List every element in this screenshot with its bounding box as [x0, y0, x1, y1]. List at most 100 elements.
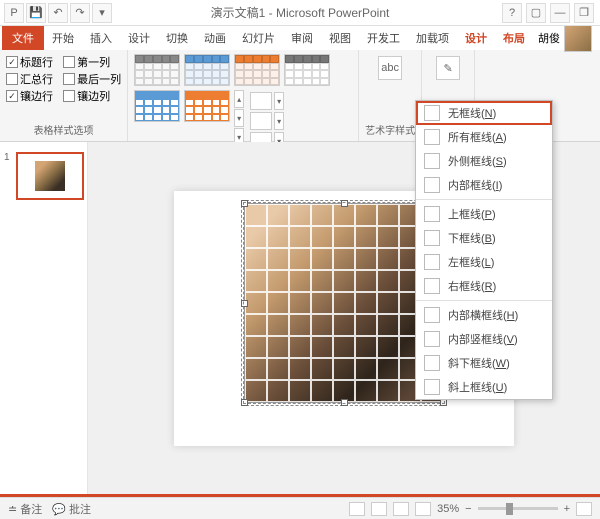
- zoom-slider[interactable]: [478, 507, 558, 510]
- menu-inside-horizontal[interactable]: 内部横框线(H): [416, 303, 552, 327]
- resize-handle[interactable]: [241, 200, 248, 207]
- resize-handle[interactable]: [241, 399, 248, 406]
- minimize-icon[interactable]: —: [550, 3, 570, 23]
- redo-icon[interactable]: ↷: [70, 3, 90, 23]
- normal-view-icon[interactable]: [349, 502, 365, 516]
- tab-addins[interactable]: 加载项: [408, 26, 457, 50]
- ribbon-options-icon[interactable]: ▢: [526, 3, 546, 23]
- checkbox-last-column[interactable]: [63, 73, 75, 85]
- tab-home[interactable]: 开始: [44, 26, 82, 50]
- menu-top-border[interactable]: 上框线(P): [416, 202, 552, 226]
- thumbnail-image: [35, 161, 65, 191]
- menu-inside-borders[interactable]: 内部框线(I): [416, 173, 552, 197]
- reading-view-icon[interactable]: [393, 502, 409, 516]
- checkbox-banded-rows[interactable]: [6, 90, 18, 102]
- diagonal-down-icon: [424, 355, 440, 371]
- notes-button[interactable]: ≐ 备注: [8, 501, 42, 517]
- inside-borders-icon: [424, 177, 440, 193]
- resize-handle[interactable]: [341, 200, 348, 207]
- qat-dropdown-icon[interactable]: ▾: [92, 3, 112, 23]
- group-table-style-options: 标题行 第一列 汇总行 最后一列 镶边行 镶边列 表格样式选项: [0, 50, 128, 141]
- inside-horizontal-icon: [424, 307, 440, 323]
- comments-button[interactable]: 💬 批注: [52, 501, 91, 517]
- tab-insert[interactable]: 插入: [82, 26, 120, 50]
- thumbnail-panel: 1: [0, 142, 88, 494]
- right-border-icon: [424, 278, 440, 294]
- zoom-in-icon[interactable]: +: [564, 503, 570, 515]
- help-icon[interactable]: ?: [502, 3, 522, 23]
- user-name: 胡俊: [538, 30, 560, 46]
- zoom-level[interactable]: 35%: [437, 503, 459, 515]
- gallery-scroll-up-icon[interactable]: ▴: [234, 90, 244, 108]
- gallery-scroll-down-icon[interactable]: ▾: [234, 109, 244, 127]
- checkbox-banded-columns[interactable]: [63, 90, 75, 102]
- style-swatch[interactable]: [134, 90, 180, 122]
- diagonal-up-icon: [424, 379, 440, 395]
- top-border-icon: [424, 206, 440, 222]
- tab-developer[interactable]: 开发工: [359, 26, 408, 50]
- style-swatch[interactable]: [184, 54, 230, 86]
- shading-button[interactable]: [250, 92, 272, 110]
- checkbox-total-row[interactable]: [6, 73, 18, 85]
- borders-dropdown-icon[interactable]: ▾: [274, 112, 284, 130]
- slide-thumbnail[interactable]: [16, 152, 84, 200]
- group-label: 艺术字样式: [365, 122, 415, 137]
- undo-icon[interactable]: ↶: [48, 3, 68, 23]
- checkbox-header-row[interactable]: [6, 56, 18, 68]
- tab-transitions[interactable]: 切换: [158, 26, 196, 50]
- menu-outside-borders[interactable]: 外侧框线(S): [416, 149, 552, 173]
- slideshow-view-icon[interactable]: [415, 502, 431, 516]
- bottom-border-icon: [424, 230, 440, 246]
- style-swatch[interactable]: [234, 54, 280, 86]
- menu-diagonal-down[interactable]: 斜下框线(W): [416, 351, 552, 375]
- menu-separator: [416, 199, 552, 200]
- window-title: 演示文稿1 - Microsoft PowerPoint: [211, 4, 390, 21]
- tab-animations[interactable]: 动画: [196, 26, 234, 50]
- sorter-view-icon[interactable]: [371, 502, 387, 516]
- title-bar: P 💾 ↶ ↷ ▾ 演示文稿1 - Microsoft PowerPoint ?…: [0, 0, 600, 26]
- zoom-out-icon[interactable]: −: [465, 503, 471, 515]
- tab-design[interactable]: 设计: [120, 26, 158, 50]
- borders-button[interactable]: [250, 112, 272, 130]
- resize-handle[interactable]: [241, 300, 248, 307]
- draw-border-button[interactable]: ✎: [430, 54, 466, 82]
- tab-table-layout[interactable]: 布局: [495, 26, 533, 50]
- menu-inside-vertical[interactable]: 内部竖框线(V): [416, 327, 552, 351]
- menu-all-borders[interactable]: 所有框线(A): [416, 125, 552, 149]
- style-swatch[interactable]: [284, 54, 330, 86]
- shading-dropdown-icon[interactable]: ▾: [274, 92, 284, 110]
- tab-view[interactable]: 视图: [321, 26, 359, 50]
- slide-number: 1: [4, 152, 10, 163]
- ribbon-tabs: 文件 开始 插入 设计 切换 动画 幻灯片 审阅 视图 开发工 加载项 设计 布…: [0, 26, 600, 50]
- table-object[interactable]: [244, 203, 444, 403]
- menu-right-border[interactable]: 右框线(R): [416, 274, 552, 298]
- user-area[interactable]: 胡俊: [538, 24, 598, 52]
- menu-diagonal-up[interactable]: 斜上框线(U): [416, 375, 552, 399]
- table-grid: [245, 204, 443, 402]
- fit-window-icon[interactable]: [576, 502, 592, 516]
- file-tab[interactable]: 文件: [2, 26, 44, 50]
- resize-handle[interactable]: [341, 399, 348, 406]
- wordart-icon: abc: [378, 56, 402, 80]
- user-avatar-icon: [564, 24, 592, 52]
- table-styles-gallery[interactable]: ▴▾▾ ▾ ▾ ▾: [134, 54, 352, 152]
- style-swatch[interactable]: [184, 90, 230, 122]
- pen-icon: ✎: [436, 56, 460, 80]
- powerpoint-icon[interactable]: P: [4, 3, 24, 23]
- tab-review[interactable]: 审阅: [283, 26, 321, 50]
- save-icon[interactable]: 💾: [26, 3, 46, 23]
- menu-bottom-border[interactable]: 下框线(B): [416, 226, 552, 250]
- all-borders-icon: [424, 129, 440, 145]
- menu-no-border[interactable]: 无框线(N): [416, 101, 552, 125]
- menu-left-border[interactable]: 左框线(L): [416, 250, 552, 274]
- inside-vertical-icon: [424, 331, 440, 347]
- checkbox-first-column[interactable]: [63, 56, 75, 68]
- wordart-button[interactable]: abc: [372, 54, 408, 82]
- style-swatch[interactable]: [134, 54, 180, 86]
- tab-slideshow[interactable]: 幻灯片: [234, 26, 283, 50]
- menu-separator: [416, 300, 552, 301]
- group-table-styles: ▴▾▾ ▾ ▾ ▾ 表格样式: [128, 50, 359, 141]
- status-bar: ≐ 备注 💬 批注 35% − +: [0, 497, 600, 519]
- restore-icon[interactable]: ❐: [574, 3, 594, 23]
- tab-table-design[interactable]: 设计: [457, 26, 495, 50]
